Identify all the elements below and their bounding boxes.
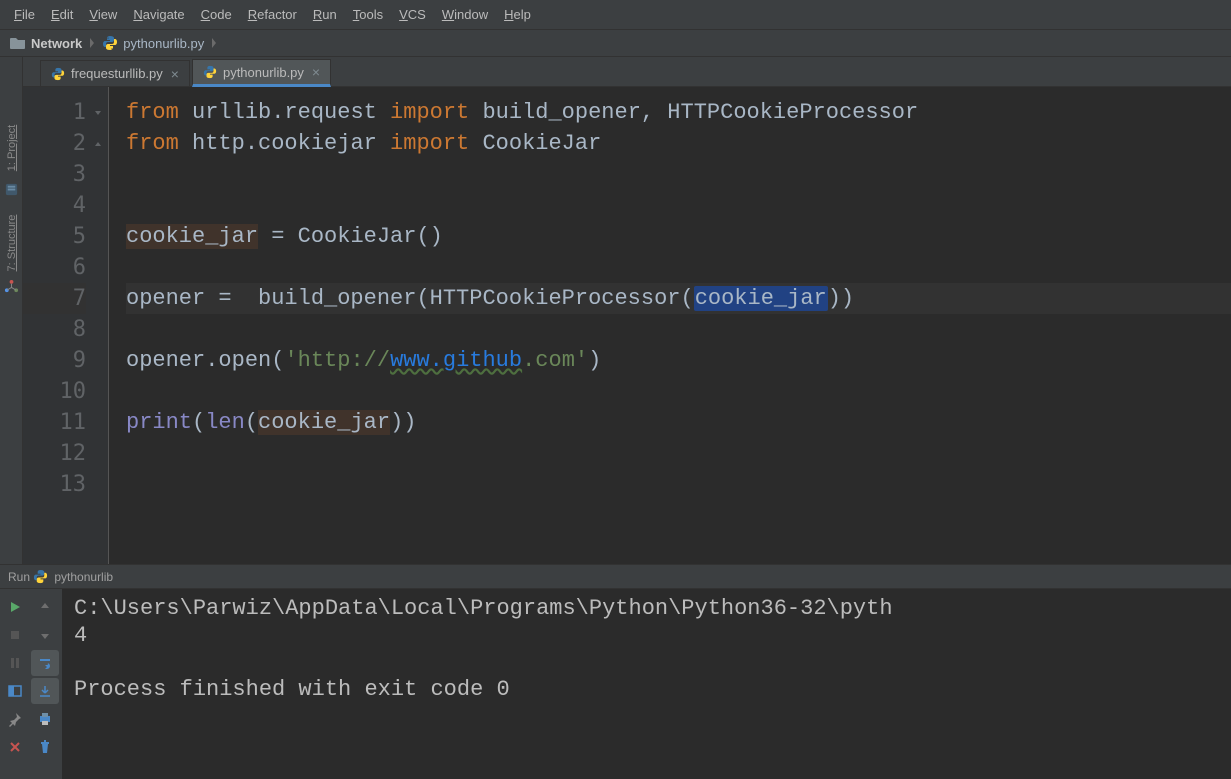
- breadcrumb-file-label: pythonurlib.py: [123, 36, 204, 51]
- tab-frequesturllib-py[interactable]: frequesturllib.py ×: [40, 60, 190, 86]
- scroll-down-button[interactable]: [31, 622, 59, 648]
- code-line-11[interactable]: print(len(cookie_jar)): [126, 407, 1231, 438]
- breadcrumb-file[interactable]: pythonurlib.py: [96, 32, 210, 54]
- menu-run[interactable]: Run: [305, 3, 345, 26]
- run-label: Run: [8, 570, 30, 584]
- code-line-10[interactable]: [126, 376, 1231, 407]
- left-tool-stripe: 1: Project 7: Structure: [0, 57, 23, 564]
- code-line-3[interactable]: [126, 159, 1231, 190]
- tab-pythonurlib-py[interactable]: pythonurlib.py ×: [192, 59, 331, 87]
- code-line-6[interactable]: [126, 252, 1231, 283]
- menu-file[interactable]: File: [6, 3, 43, 26]
- code-text[interactable]: from urllib.request import build_opener,…: [108, 87, 1231, 564]
- python-file-icon: [203, 65, 217, 79]
- run-header[interactable]: Run pythonurlib: [0, 565, 1231, 589]
- menu-edit[interactable]: Edit: [43, 3, 81, 26]
- tab-label: frequesturllib.py: [71, 66, 163, 81]
- rerun-button[interactable]: [1, 594, 29, 620]
- menu-bar: FileEditViewNavigateCodeRefactorRunTools…: [0, 0, 1231, 30]
- code-line-8[interactable]: [126, 314, 1231, 345]
- code-line-1[interactable]: from urllib.request import build_opener,…: [126, 97, 1231, 128]
- menu-tools[interactable]: Tools: [345, 3, 391, 26]
- python-file-icon: [51, 67, 65, 81]
- menu-refactor[interactable]: Refactor: [240, 3, 305, 26]
- code-line-5[interactable]: cookie_jar = CookieJar(): [126, 221, 1231, 252]
- pin-button[interactable]: [1, 706, 29, 732]
- chevron-right-icon: [88, 32, 96, 54]
- run-toolbar: [0, 589, 62, 779]
- code-line-12[interactable]: [126, 438, 1231, 469]
- run-console-output[interactable]: C:\Users\Parwiz\AppData\Local\Programs\P…: [62, 589, 1231, 779]
- close-icon[interactable]: ×: [171, 66, 179, 82]
- code-line-7[interactable]: opener = build_opener(HTTPCookieProcesso…: [126, 283, 1231, 314]
- folder-icon: [10, 36, 26, 50]
- soft-wrap-button[interactable]: [31, 650, 59, 676]
- code-line-2[interactable]: from http.cookiejar import CookieJar: [126, 128, 1231, 159]
- clear-all-button[interactable]: [31, 734, 59, 760]
- code-line-13[interactable]: [126, 469, 1231, 500]
- menu-view[interactable]: View: [81, 3, 125, 26]
- run-config-label: pythonurlib: [54, 570, 113, 584]
- menu-code[interactable]: Code: [193, 3, 240, 26]
- menu-vcs[interactable]: VCS: [391, 3, 434, 26]
- tab-label: pythonurlib.py: [223, 65, 304, 80]
- editor-gutter: 12345678910111213: [23, 87, 108, 564]
- close-run-button[interactable]: [1, 734, 29, 760]
- code-editor[interactable]: 12345678910111213 from urllib.request im…: [23, 87, 1231, 564]
- menu-window[interactable]: Window: [434, 3, 496, 26]
- chevron-right-icon: [210, 32, 218, 54]
- pause-button[interactable]: [1, 650, 29, 676]
- stop-button[interactable]: [1, 622, 29, 648]
- breadcrumb-folder[interactable]: Network: [4, 32, 88, 54]
- scroll-to-end-button[interactable]: [31, 678, 59, 704]
- menu-navigate[interactable]: Navigate: [125, 3, 192, 26]
- print-button[interactable]: [31, 706, 59, 732]
- breadcrumb-bar: Network pythonurlib.py: [0, 30, 1231, 57]
- tool-structure[interactable]: 7: Structure: [6, 193, 18, 293]
- scroll-up-button[interactable]: [31, 594, 59, 620]
- python-file-icon: [102, 35, 118, 51]
- code-line-4[interactable]: [126, 190, 1231, 221]
- python-file-icon: [33, 569, 48, 584]
- structure-icon: [4, 279, 19, 294]
- menu-help[interactable]: Help: [496, 3, 539, 26]
- code-line-9[interactable]: opener.open('http://www.github.com'): [126, 345, 1231, 376]
- editor-tabs: frequesturllib.py × pythonurlib.py ×: [0, 57, 1231, 87]
- run-tool-window: Run pythonurlib: [0, 564, 1231, 779]
- close-icon[interactable]: ×: [312, 64, 320, 80]
- layout-button[interactable]: [1, 678, 29, 704]
- breadcrumb-folder-label: Network: [31, 36, 82, 51]
